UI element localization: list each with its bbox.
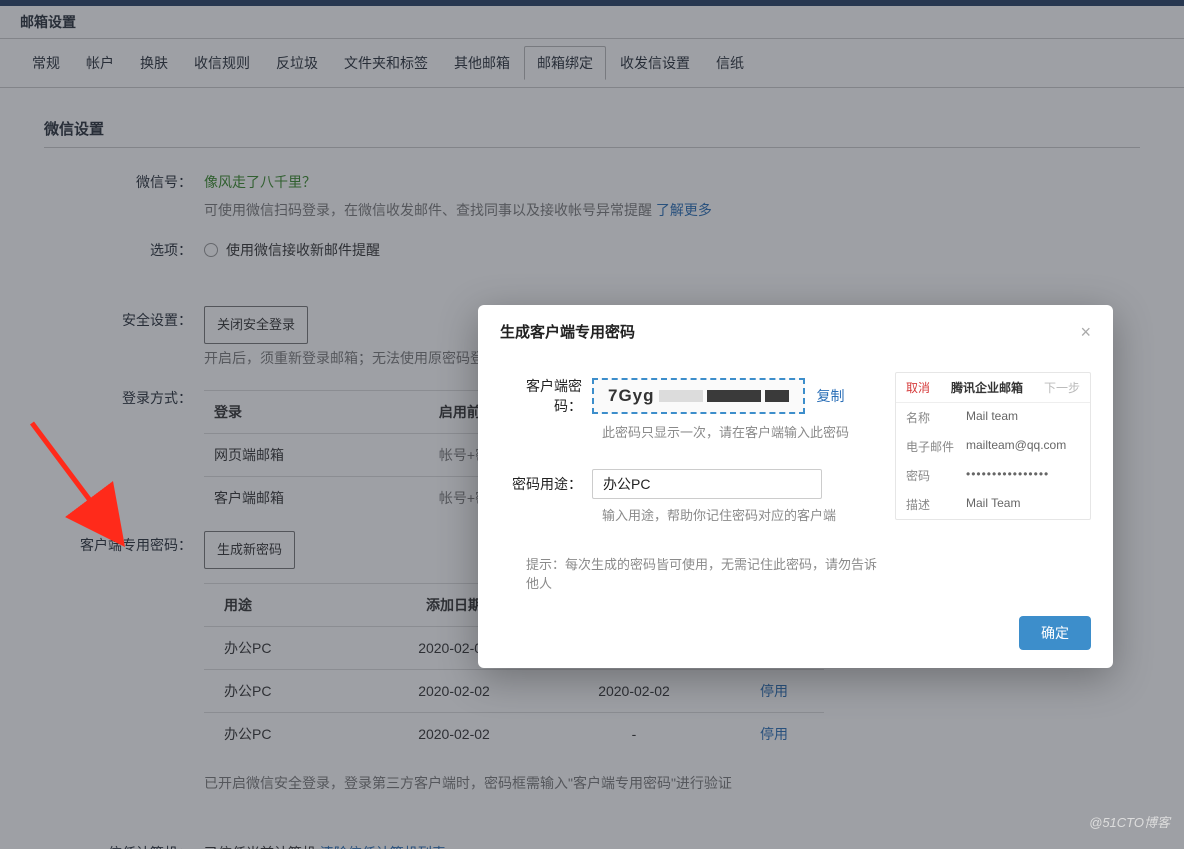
preview-next: 下一步 xyxy=(1044,379,1080,396)
copy-password-link[interactable]: 复制 xyxy=(817,386,845,406)
watermark: @51CTO博客 xyxy=(1089,812,1170,831)
preview-title: 腾讯企业邮箱 xyxy=(951,379,1023,396)
censor-block xyxy=(659,390,703,402)
modal-tip: 提示：每次生成的密码皆可使用，无需记住此密码，请勿告诉他人 xyxy=(526,554,877,592)
generate-password-modal: 生成客户端专用密码 × 客户端密码： 7Gyg 复制 此密码只显示一次，请在客户… xyxy=(478,305,1113,668)
confirm-button[interactable]: 确定 xyxy=(1019,616,1091,650)
client-password-field-label: 客户端密码： xyxy=(500,376,592,416)
close-icon[interactable]: × xyxy=(1080,323,1091,341)
password-use-input[interactable] xyxy=(592,469,822,499)
generated-password-box: 7Gyg xyxy=(592,378,805,414)
modal-title: 生成客户端专用密码 xyxy=(500,321,635,342)
client-preview-card: 取消 腾讯企业邮箱 下一步 名称Mail team 电子邮件mailteam@q… xyxy=(895,372,1091,520)
censor-block xyxy=(765,390,789,402)
password-use-label: 密码用途： xyxy=(500,474,592,494)
use-hint: 输入用途，帮助你记住密码对应的客户端 xyxy=(602,505,877,524)
preview-cancel: 取消 xyxy=(906,379,930,396)
password-hint: 此密码只显示一次，请在客户端输入此密码 xyxy=(602,422,877,441)
censor-block xyxy=(707,390,761,402)
